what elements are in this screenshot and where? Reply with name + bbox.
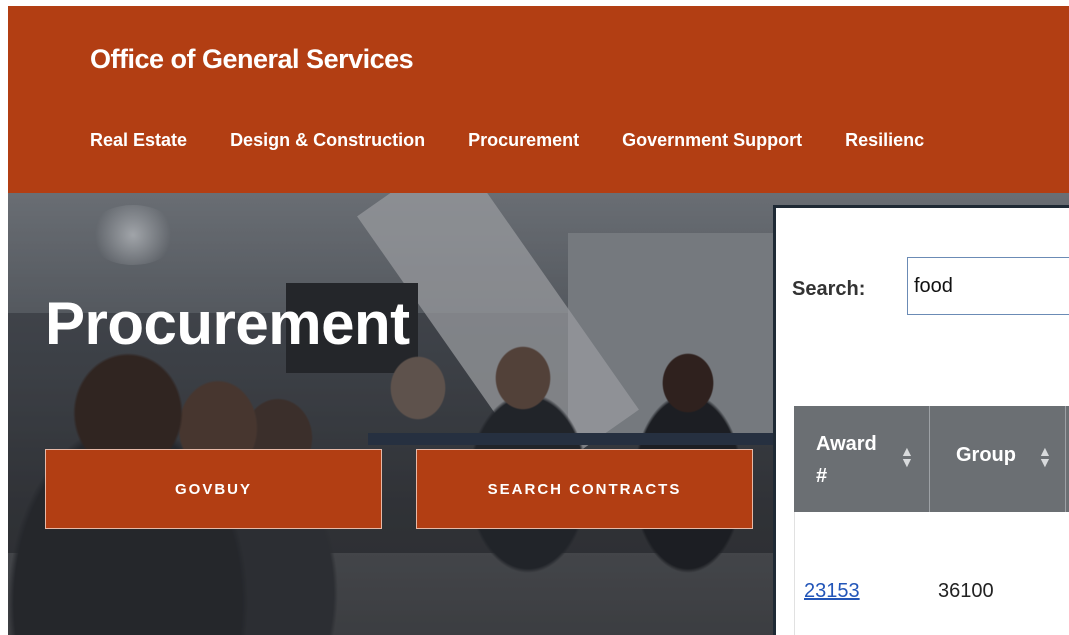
search-label: Search: bbox=[792, 278, 866, 300]
group-cell: 36100 bbox=[938, 580, 994, 602]
hero-title: Procurement bbox=[45, 290, 410, 357]
search-contracts-button[interactable]: SEARCH CONTRACTS bbox=[416, 449, 753, 529]
column-header-group[interactable]: Group ▲ ▼ bbox=[930, 406, 1066, 512]
column-header-award-label: Award # bbox=[816, 433, 877, 487]
nav-government-support[interactable]: Government Support bbox=[622, 130, 802, 154]
sort-icon[interactable]: ▲ ▼ bbox=[900, 444, 914, 469]
page-frame: Office of General Services Real Estate D… bbox=[8, 6, 1069, 635]
table-header: Award # ▲ ▼ Group ▲ ▼ bbox=[794, 406, 1069, 512]
nav-resilience[interactable]: Resilienc bbox=[845, 130, 924, 154]
contract-search-panel: Search: Award # ▲▼ Group ▲▼ 23153 36100 bbox=[773, 205, 1069, 635]
table-row: 23153 36100 bbox=[794, 512, 1069, 635]
site-title[interactable]: Office of General Services bbox=[90, 44, 414, 75]
govbuy-button[interactable]: GOVBUY bbox=[45, 449, 382, 529]
search-input[interactable] bbox=[907, 257, 1069, 315]
column-header-award[interactable]: Award # ▲ ▼ bbox=[794, 406, 930, 512]
sort-icon[interactable]: ▲ ▼ bbox=[1038, 444, 1052, 469]
nav-real-estate[interactable]: Real Estate bbox=[90, 130, 187, 154]
nav-design-construction[interactable]: Design & Construction bbox=[230, 130, 425, 154]
main-nav: Real Estate Design & Construction Procur… bbox=[90, 130, 967, 154]
column-header-group-label: Group bbox=[956, 444, 1016, 466]
award-number-link[interactable]: 23153 bbox=[804, 580, 860, 603]
site-header: Office of General Services Real Estate D… bbox=[8, 6, 1069, 193]
nav-procurement[interactable]: Procurement bbox=[468, 130, 579, 154]
